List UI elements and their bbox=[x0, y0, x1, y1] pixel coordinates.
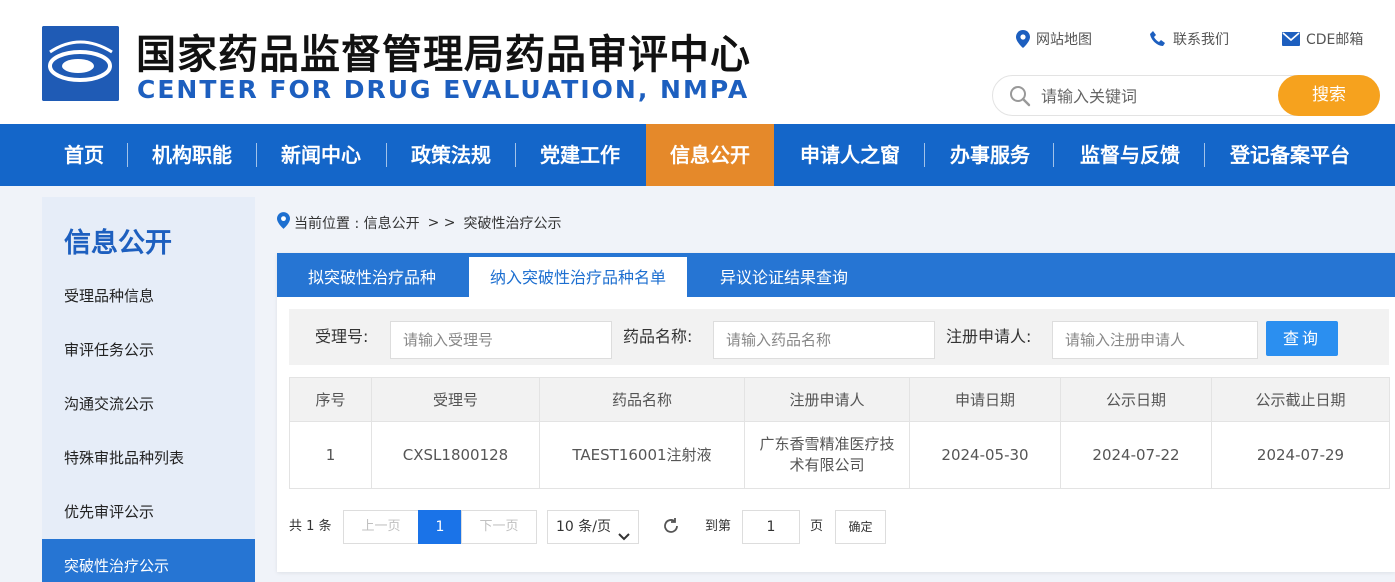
sidebar-item-priority-review[interactable]: 优先审评公示 bbox=[42, 485, 255, 539]
tab-bar: 拟突破性治疗品种 纳入突破性治疗品种名单 异议论证结果查询 bbox=[277, 253, 1395, 297]
tab-objection-results[interactable]: 异议论证结果查询 bbox=[697, 253, 871, 297]
pager-prev-button[interactable]: 上一页 bbox=[343, 510, 419, 544]
site-search: 搜索 bbox=[992, 75, 1380, 116]
cell-drug-name: TAEST16001注射液 bbox=[539, 421, 745, 489]
pager-next-button[interactable]: 下一页 bbox=[461, 510, 537, 544]
site-title-en: CENTER FOR DRUG EVALUATION, NMPA bbox=[137, 75, 750, 104]
tab-included-breakthrough-list[interactable]: 纳入突破性治疗品种名单 bbox=[469, 257, 687, 297]
location-pin-icon bbox=[277, 212, 290, 233]
nav-item-policy[interactable]: 政策法规 bbox=[393, 124, 509, 186]
location-pin-icon bbox=[1016, 30, 1030, 48]
drug-name-input[interactable] bbox=[713, 321, 935, 359]
sidebar-item-accepted-varieties[interactable]: 受理品种信息 bbox=[42, 269, 255, 323]
goto-page-input[interactable] bbox=[742, 510, 800, 544]
nav-divider bbox=[515, 143, 516, 167]
nav-item-functions[interactable]: 机构职能 bbox=[134, 124, 250, 186]
search-icon bbox=[1009, 85, 1031, 111]
cde-email-link[interactable]: CDE邮箱 bbox=[1282, 29, 1363, 49]
pager-total: 共 1 条 bbox=[289, 519, 332, 534]
sidebar-title: 信息公开 bbox=[64, 228, 172, 259]
search-button[interactable]: 搜索 bbox=[1278, 75, 1380, 116]
nav-item-supervision[interactable]: 监督与反馈 bbox=[1060, 124, 1200, 186]
cell-apply-date: 2024-05-30 bbox=[909, 421, 1061, 489]
col-header-applicant: 注册申请人 bbox=[744, 377, 910, 422]
nav-divider bbox=[127, 143, 128, 167]
page-size-value: 10 条/页 bbox=[556, 519, 611, 535]
results-table: 序号 受理号 药品名称 注册申请人 申请日期 公示日期 公示截止日期 1 CXS… bbox=[289, 377, 1390, 489]
breadcrumb: 当前位置 : 信息公开 > > 突破性治疗公示 bbox=[277, 212, 562, 233]
accept-no-label: 受理号: bbox=[315, 327, 369, 346]
breadcrumb-separator: > > bbox=[427, 214, 456, 231]
col-header-accept-no: 受理号 bbox=[371, 377, 540, 422]
refresh-icon[interactable] bbox=[661, 510, 681, 544]
chevron-down-icon bbox=[618, 522, 630, 554]
goto-confirm-button[interactable]: 确定 bbox=[835, 510, 886, 544]
page-unit-label: 页 bbox=[810, 519, 824, 534]
table-header-row: 序号 受理号 药品名称 注册申请人 申请日期 公示日期 公示截止日期 bbox=[289, 377, 1390, 422]
nav-item-applicant-window[interactable]: 申请人之窗 bbox=[784, 124, 916, 186]
accept-no-input[interactable] bbox=[390, 321, 612, 359]
cell-index: 1 bbox=[289, 421, 372, 489]
nav-item-registration-platform[interactable]: 登记备案平台 bbox=[1212, 124, 1368, 186]
tab-proposed-breakthrough[interactable]: 拟突破性治疗品种 bbox=[277, 253, 467, 297]
search-input[interactable] bbox=[1041, 84, 1271, 108]
sidebar-item-breakthrough-therapy[interactable]: 突破性治疗公示 bbox=[42, 539, 255, 582]
drug-name-label: 药品名称: bbox=[623, 327, 693, 346]
nav-item-services[interactable]: 办事服务 bbox=[932, 124, 1048, 186]
nav-item-party[interactable]: 党建工作 bbox=[522, 124, 638, 186]
table-row[interactable]: 1 CXSL1800128 TAEST16001注射液 广东香雪精准医疗技术有限… bbox=[289, 421, 1390, 489]
nav-divider bbox=[924, 143, 925, 167]
sitemap-label: 网站地图 bbox=[1036, 32, 1092, 48]
nav-item-info-disclosure[interactable]: 信息公开 bbox=[646, 124, 774, 186]
sidebar-item-review-tasks[interactable]: 审评任务公示 bbox=[42, 323, 255, 377]
pager-current-page[interactable]: 1 bbox=[418, 510, 462, 544]
sidebar-item-communication[interactable]: 沟通交流公示 bbox=[42, 377, 255, 431]
nav-divider bbox=[256, 143, 257, 167]
content-panel: 拟突破性治疗品种 纳入突破性治疗品种名单 异议论证结果查询 受理号: 药品名称:… bbox=[277, 253, 1395, 572]
cell-accept-no: CXSL1800128 bbox=[371, 421, 540, 489]
nav-divider bbox=[386, 143, 387, 167]
site-title-cn: 国家药品监督管理局药品审评中心 bbox=[136, 32, 751, 78]
breadcrumb-current: 突破性治疗公示 bbox=[463, 215, 562, 232]
contact-link[interactable]: 联系我们 bbox=[1149, 29, 1229, 49]
cell-applicant: 广东香雪精准医疗技术有限公司 bbox=[744, 421, 910, 489]
nav-divider bbox=[1053, 143, 1054, 167]
col-header-publish-date: 公示日期 bbox=[1060, 377, 1212, 422]
site-header: 国家药品监督管理局药品审评中心 CENTER FOR DRUG EVALUATI… bbox=[0, 0, 1395, 124]
mail-icon bbox=[1282, 32, 1300, 46]
applicant-input[interactable] bbox=[1052, 321, 1258, 359]
main-nav: 首页 机构职能 新闻中心 政策法规 党建工作 信息公开 申请人之窗 办事服务 监… bbox=[0, 124, 1395, 186]
col-header-index: 序号 bbox=[289, 377, 372, 422]
applicant-label: 注册申请人: bbox=[946, 327, 1032, 346]
sitemap-link[interactable]: 网站地图 bbox=[1016, 29, 1092, 49]
page-size-select[interactable]: 10 条/页 bbox=[547, 510, 639, 544]
sidebar: 信息公开 受理品种信息 审评任务公示 沟通交流公示 特殊审批品种列表 优先审评公… bbox=[42, 197, 255, 582]
site-logo[interactable] bbox=[42, 26, 119, 101]
query-button[interactable]: 查询 bbox=[1266, 321, 1338, 356]
cde-email-label: CDE邮箱 bbox=[1306, 32, 1364, 48]
col-header-apply-date: 申请日期 bbox=[909, 377, 1061, 422]
goto-label: 到第 bbox=[705, 519, 732, 534]
nav-item-news[interactable]: 新闻中心 bbox=[263, 124, 379, 186]
col-header-drug-name: 药品名称 bbox=[539, 377, 745, 422]
cell-publish-date: 2024-07-22 bbox=[1060, 421, 1212, 489]
nav-divider bbox=[1204, 143, 1205, 167]
col-header-deadline: 公示截止日期 bbox=[1211, 377, 1390, 422]
sidebar-item-special-approval[interactable]: 特殊审批品种列表 bbox=[42, 431, 255, 485]
nav-item-home[interactable]: 首页 bbox=[42, 124, 126, 186]
filter-bar: 受理号: 药品名称: 注册申请人: 查询 bbox=[289, 309, 1389, 365]
phone-icon bbox=[1149, 30, 1167, 48]
breadcrumb-prefix[interactable]: 当前位置 : 信息公开 bbox=[294, 213, 420, 233]
contact-label: 联系我们 bbox=[1173, 32, 1229, 48]
cell-deadline: 2024-07-29 bbox=[1211, 421, 1390, 489]
